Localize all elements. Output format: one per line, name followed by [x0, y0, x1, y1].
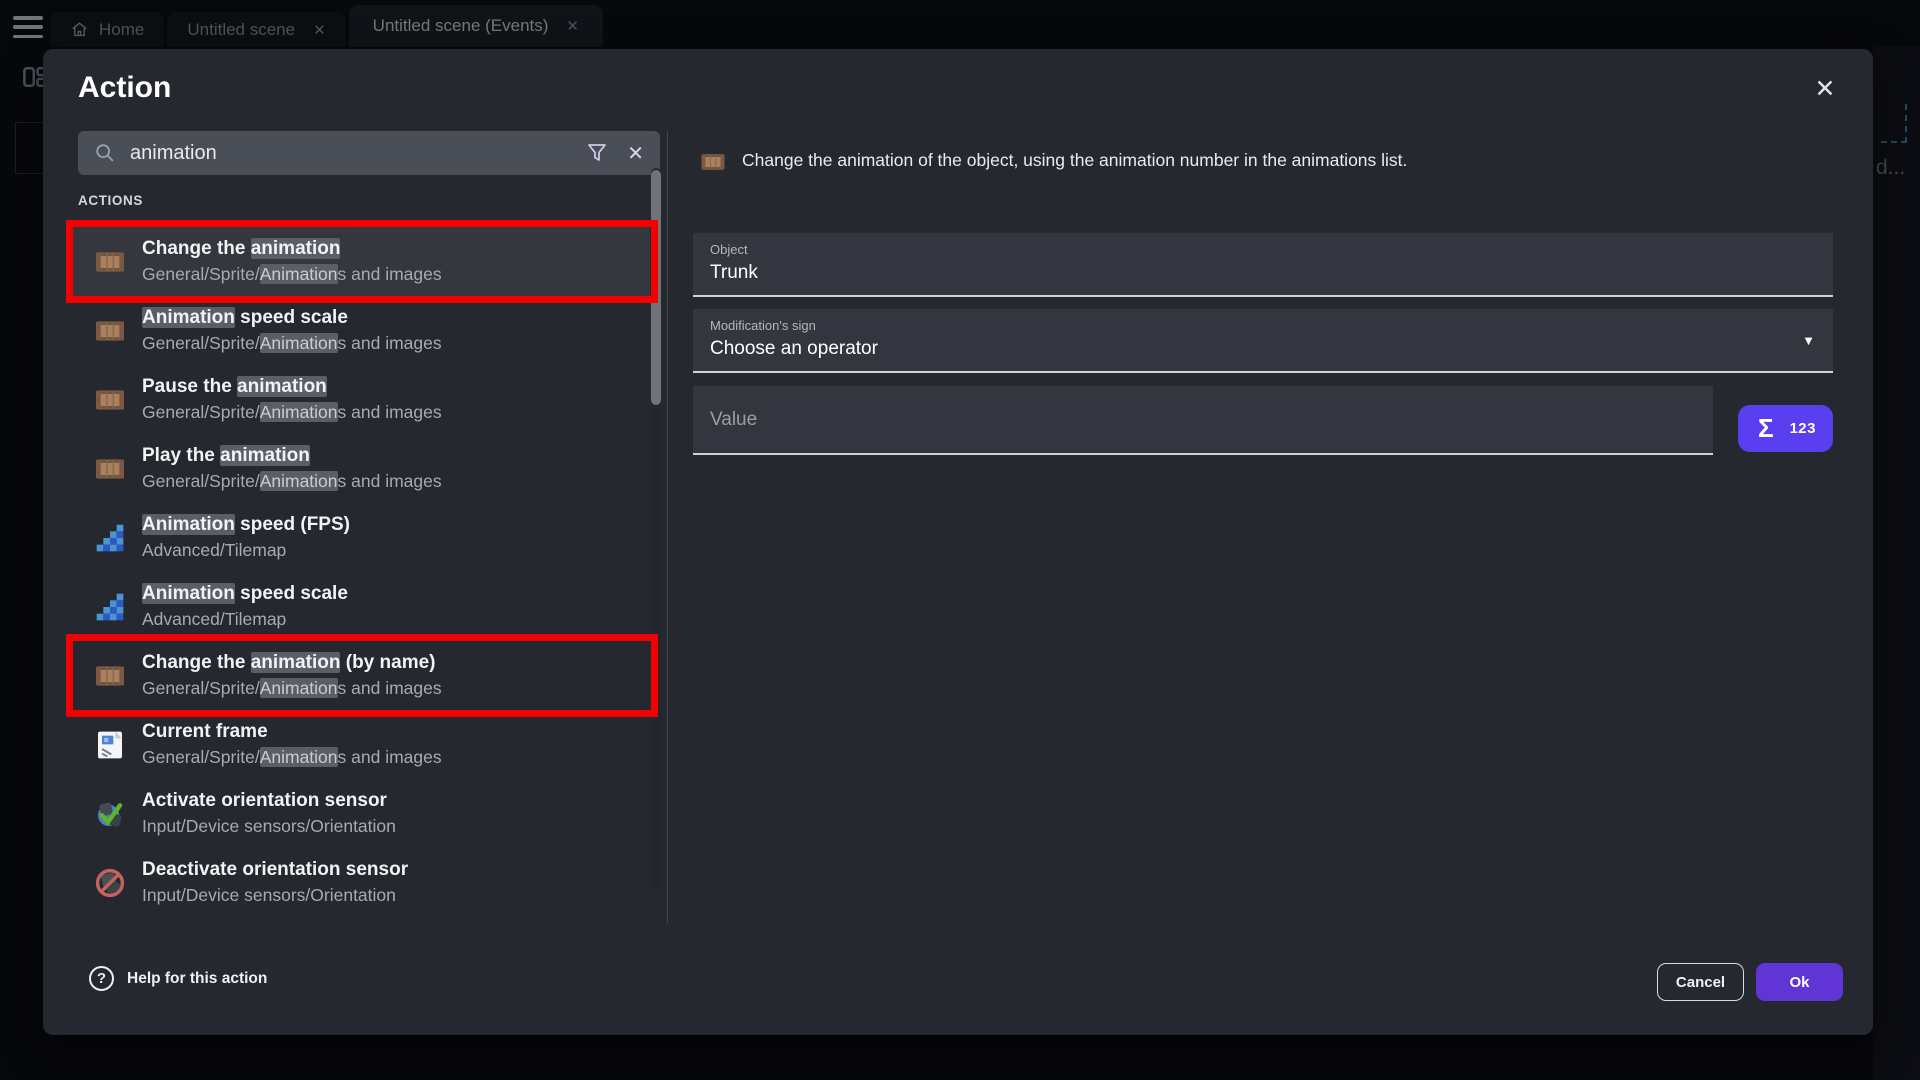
- action-item[interactable]: Pause the animation General/Sprite/Animat…: [73, 365, 650, 434]
- list-scrollbar[interactable]: [651, 168, 661, 893]
- sprite-animation-icon: [94, 453, 126, 485]
- action-item[interactable]: Change the animation General/Sprite/Anima…: [73, 227, 650, 296]
- operator-select[interactable]: Modification's sign Choose an operator ▼: [693, 309, 1833, 373]
- expression-editor-button[interactable]: Σ 123: [1738, 405, 1833, 452]
- action-dialog: Action ✕ animation ✕ ACTIONS Change the …: [43, 49, 1873, 1035]
- numbers-123-label: 123: [1789, 420, 1816, 437]
- action-item-path: Advanced/Tilemap: [142, 609, 348, 630]
- operator-field-value: Choose an operator: [710, 338, 1833, 360]
- help-label: Help for this action: [127, 970, 267, 988]
- help-icon: ?: [89, 966, 114, 991]
- panel-divider: [667, 131, 668, 923]
- object-field[interactable]: Object Trunk: [693, 233, 1833, 297]
- close-icon[interactable]: ✕: [1807, 71, 1843, 107]
- action-item-title: Animation speed scale: [142, 307, 442, 330]
- object-field-value: Trunk: [710, 262, 1833, 284]
- scrollbar-thumb[interactable]: [651, 170, 661, 405]
- action-item-path: General/Sprite/Animations and images: [142, 264, 442, 285]
- action-item[interactable]: Play the animation General/Sprite/Animati…: [73, 434, 650, 503]
- action-item-title: Change the animation: [142, 238, 442, 261]
- action-item-path: General/Sprite/Animations and images: [142, 747, 442, 768]
- clear-search-icon[interactable]: ✕: [623, 141, 644, 166]
- action-description: Change the animation of the object, usin…: [742, 148, 1407, 173]
- action-item-title: Change the animation (by name): [142, 652, 442, 675]
- action-item-path: General/Sprite/Animations and images: [142, 333, 442, 354]
- sprite-animation-icon: [700, 149, 726, 175]
- actions-section-label: ACTIONS: [78, 193, 143, 208]
- action-item-path: General/Sprite/Animations and images: [142, 402, 442, 423]
- action-search-input[interactable]: animation ✕: [78, 131, 660, 175]
- action-item-title: Pause the animation: [142, 376, 442, 399]
- sprite-animation-icon: [94, 660, 126, 692]
- sigma-icon: Σ: [1758, 413, 1774, 444]
- action-item[interactable]: Activate orientation sensor Input/Device …: [73, 779, 650, 848]
- action-item-title: Activate orientation sensor: [142, 790, 396, 813]
- object-field-label: Object: [710, 242, 1833, 257]
- action-list: Change the animation General/Sprite/Anima…: [73, 227, 650, 917]
- value-placeholder: Value: [710, 409, 757, 431]
- sprite-animation-icon: [94, 315, 126, 347]
- cancel-button[interactable]: Cancel: [1657, 963, 1744, 1001]
- search-icon: [94, 142, 116, 164]
- action-item[interactable]: Animation speed scale Advanced/Tilemap: [73, 572, 650, 641]
- value-input[interactable]: Value: [693, 386, 1713, 455]
- action-item-path: General/Sprite/Animations and images: [142, 471, 442, 492]
- action-item[interactable]: Deactivate orientation sensor Input/Devic…: [73, 848, 650, 917]
- tilemap-icon: [94, 522, 126, 554]
- action-item[interactable]: Animation speed (FPS) Advanced/Tilemap: [73, 503, 650, 572]
- tilemap-icon: [94, 591, 126, 623]
- action-item-title: Deactivate orientation sensor: [142, 859, 408, 882]
- help-link[interactable]: ? Help for this action: [89, 966, 267, 991]
- filter-icon[interactable]: [585, 141, 609, 165]
- sprite-animation-icon: [94, 384, 126, 416]
- action-item[interactable]: Current frame General/Sprite/Animations a…: [73, 710, 650, 779]
- action-item-path: Input/Device sensors/Orientation: [142, 816, 396, 837]
- action-item-title: Current frame: [142, 721, 442, 744]
- dialog-title: Action: [78, 71, 171, 105]
- ok-button[interactable]: Ok: [1756, 963, 1843, 1001]
- sprite-animation-icon: [94, 246, 126, 278]
- action-item[interactable]: Change the animation (by name) General/Sp…: [73, 641, 650, 710]
- action-item-title: Animation speed scale: [142, 583, 348, 606]
- chevron-down-icon: ▼: [1802, 333, 1815, 348]
- operator-field-label: Modification's sign: [710, 318, 1833, 333]
- sensor-off-icon: [94, 867, 126, 899]
- search-query[interactable]: animation: [130, 142, 571, 165]
- action-item-path: General/Sprite/Animations and images: [142, 678, 442, 699]
- action-item-title: Play the animation: [142, 445, 442, 468]
- current-frame-icon: [94, 729, 126, 761]
- action-item[interactable]: Animation speed scale General/Sprite/Anim…: [73, 296, 650, 365]
- action-item-title: Animation speed (FPS): [142, 514, 350, 537]
- action-item-path: Input/Device sensors/Orientation: [142, 885, 408, 906]
- action-item-path: Advanced/Tilemap: [142, 540, 350, 561]
- sensor-on-icon: [94, 798, 126, 830]
